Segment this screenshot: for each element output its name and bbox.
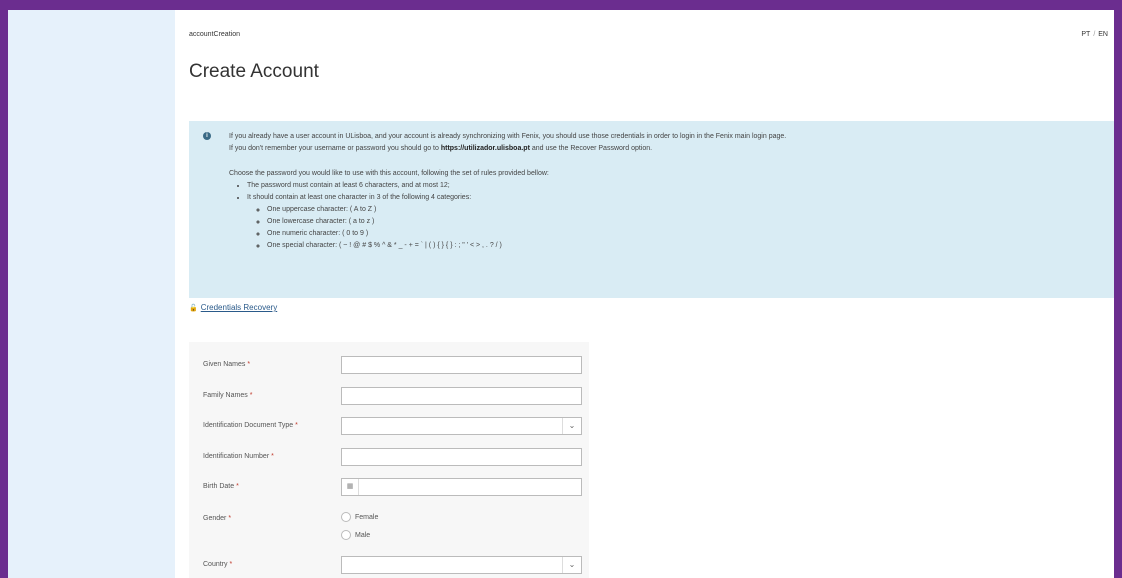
country-label: Country *: [203, 561, 233, 568]
chevron-down-icon: ⌄: [562, 557, 581, 573]
info-icon: i: [203, 132, 211, 140]
id-doc-type-select[interactable]: ⌄: [341, 417, 582, 435]
rule-categories: It should contain at least one character…: [247, 192, 1104, 252]
rule-categories-text: It should contain at least one character…: [247, 194, 472, 201]
chevron-down-icon: ⌄: [562, 418, 581, 434]
country-select[interactable]: ⌄: [341, 556, 582, 574]
radio-circle[interactable]: [341, 512, 351, 522]
id-number-label: Identification Number *: [203, 453, 274, 460]
page: accountCreation PT / EN Create Account i I…: [8, 10, 1114, 578]
lang-en-link[interactable]: EN: [1098, 31, 1108, 38]
birth-date-input[interactable]: ▦: [341, 478, 582, 496]
info-box: i If you already have a user account in …: [189, 121, 1114, 298]
credentials-recovery-link[interactable]: 🔓 Credentials Recovery: [189, 303, 277, 312]
lock-icon: 🔓: [189, 305, 198, 312]
window-frame: accountCreation PT / EN Create Account i I…: [0, 0, 1122, 578]
category-lowercase: One lowercase character: ( a to z ): [267, 216, 1104, 228]
gender-label: Gender *: [203, 515, 232, 522]
info-line-2-pre: If you don't remember your username or p…: [229, 145, 441, 152]
password-rules-intro: Choose the password you would like to us…: [229, 170, 549, 177]
calendar-icon[interactable]: ▦: [342, 479, 359, 495]
category-uppercase: One uppercase character: ( A to Z ): [267, 204, 1104, 216]
breadcrumb[interactable]: accountCreation: [189, 31, 240, 38]
sidebar: [8, 10, 175, 578]
password-rules-list: The password must contain at least 6 cha…: [229, 180, 1104, 252]
family-names-label: Family Names *: [203, 392, 253, 399]
gender-female-radio[interactable]: Female: [341, 512, 378, 522]
lang-separator: /: [1093, 31, 1096, 38]
category-special: One special character: ( ~ ! @ # $ % ^ &…: [267, 240, 1104, 252]
account-form: Given Names * Family Names * Identificat…: [189, 342, 589, 578]
given-names-label: Given Names *: [203, 361, 251, 368]
birth-date-label: Birth Date *: [203, 483, 239, 490]
main-content: accountCreation PT / EN Create Account i I…: [183, 10, 1114, 578]
radio-circle[interactable]: [341, 530, 351, 540]
gender-male-radio[interactable]: Male: [341, 530, 370, 540]
category-numeric: One numeric character: ( 0 to 9 ): [267, 228, 1104, 240]
categories-list: One uppercase character: ( A to Z ) One …: [247, 204, 1104, 252]
utilizador-link[interactable]: https://utilizador.ulisboa.pt: [441, 145, 530, 152]
info-line-2-post: and use the Recover Password option.: [529, 145, 653, 152]
family-names-input[interactable]: [341, 387, 582, 405]
credentials-recovery-label: Credentials Recovery: [200, 303, 278, 312]
info-line-2: If you don't remember your username or p…: [229, 143, 1104, 155]
rule-length: The password must contain at least 6 cha…: [247, 180, 1104, 192]
language-switcher: PT / EN: [1081, 31, 1108, 38]
given-names-input[interactable]: [341, 356, 582, 374]
info-line-1: If you already have a user account in UL…: [229, 133, 787, 140]
page-title: Create Account: [189, 61, 319, 82]
id-number-input[interactable]: [341, 448, 582, 466]
id-doc-type-label: Identification Document Type *: [203, 422, 298, 429]
lang-pt-link[interactable]: PT: [1081, 31, 1090, 38]
